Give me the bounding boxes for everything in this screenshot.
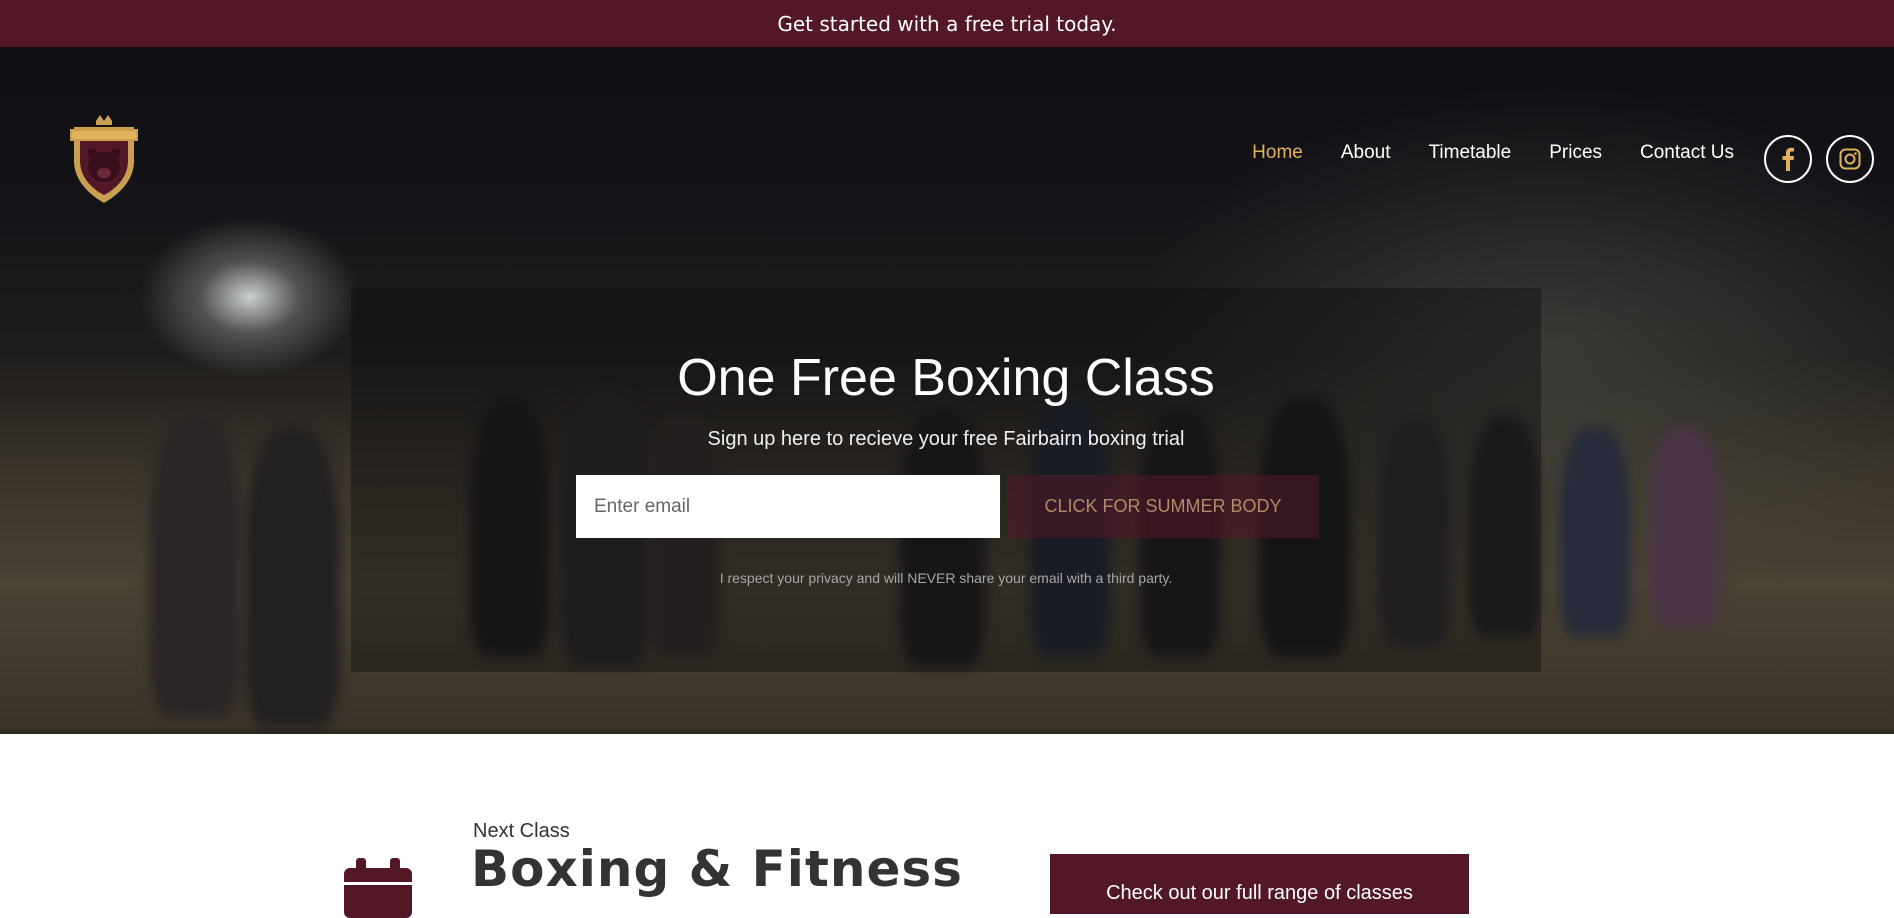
signup-subtitle: Sign up here to recieve your free Fairba… xyxy=(707,428,1185,450)
privacy-note: I respect your privacy and will NEVER sh… xyxy=(719,570,1173,586)
nav-home[interactable]: Home xyxy=(1252,142,1303,164)
calendar-icon xyxy=(344,858,412,918)
signup-panel: One Free Boxing Class Sign up here to re… xyxy=(351,288,1541,672)
hero-section: Home About Timetable Prices Contact Us O… xyxy=(0,47,1894,734)
announcement-text: Get started with a free trial today. xyxy=(777,11,1117,36)
summer-body-button[interactable]: CLICK FOR SUMMER BODY xyxy=(1007,475,1319,538)
next-class-title: Boxing & Fitness xyxy=(471,840,963,898)
nav-about[interactable]: About xyxy=(1341,142,1391,164)
email-input[interactable] xyxy=(576,475,1000,538)
facebook-button[interactable] xyxy=(1764,135,1812,183)
full-classes-button[interactable]: Check out our full range of classes xyxy=(1050,854,1469,914)
announcement-bar: Get started with a free trial today. xyxy=(0,0,1894,47)
hero-divider xyxy=(0,728,1894,734)
signup-title: One Free Boxing Class xyxy=(677,349,1215,407)
instagram-icon xyxy=(1839,148,1861,170)
nav-prices[interactable]: Prices xyxy=(1549,142,1602,164)
main-nav: Home About Timetable Prices Contact Us xyxy=(1252,142,1734,164)
fairbairn-logo[interactable] xyxy=(68,115,140,205)
nav-contact-us[interactable]: Contact Us xyxy=(1640,142,1734,164)
nav-timetable[interactable]: Timetable xyxy=(1429,142,1512,164)
instagram-button[interactable] xyxy=(1826,135,1874,183)
facebook-icon xyxy=(1782,147,1794,171)
